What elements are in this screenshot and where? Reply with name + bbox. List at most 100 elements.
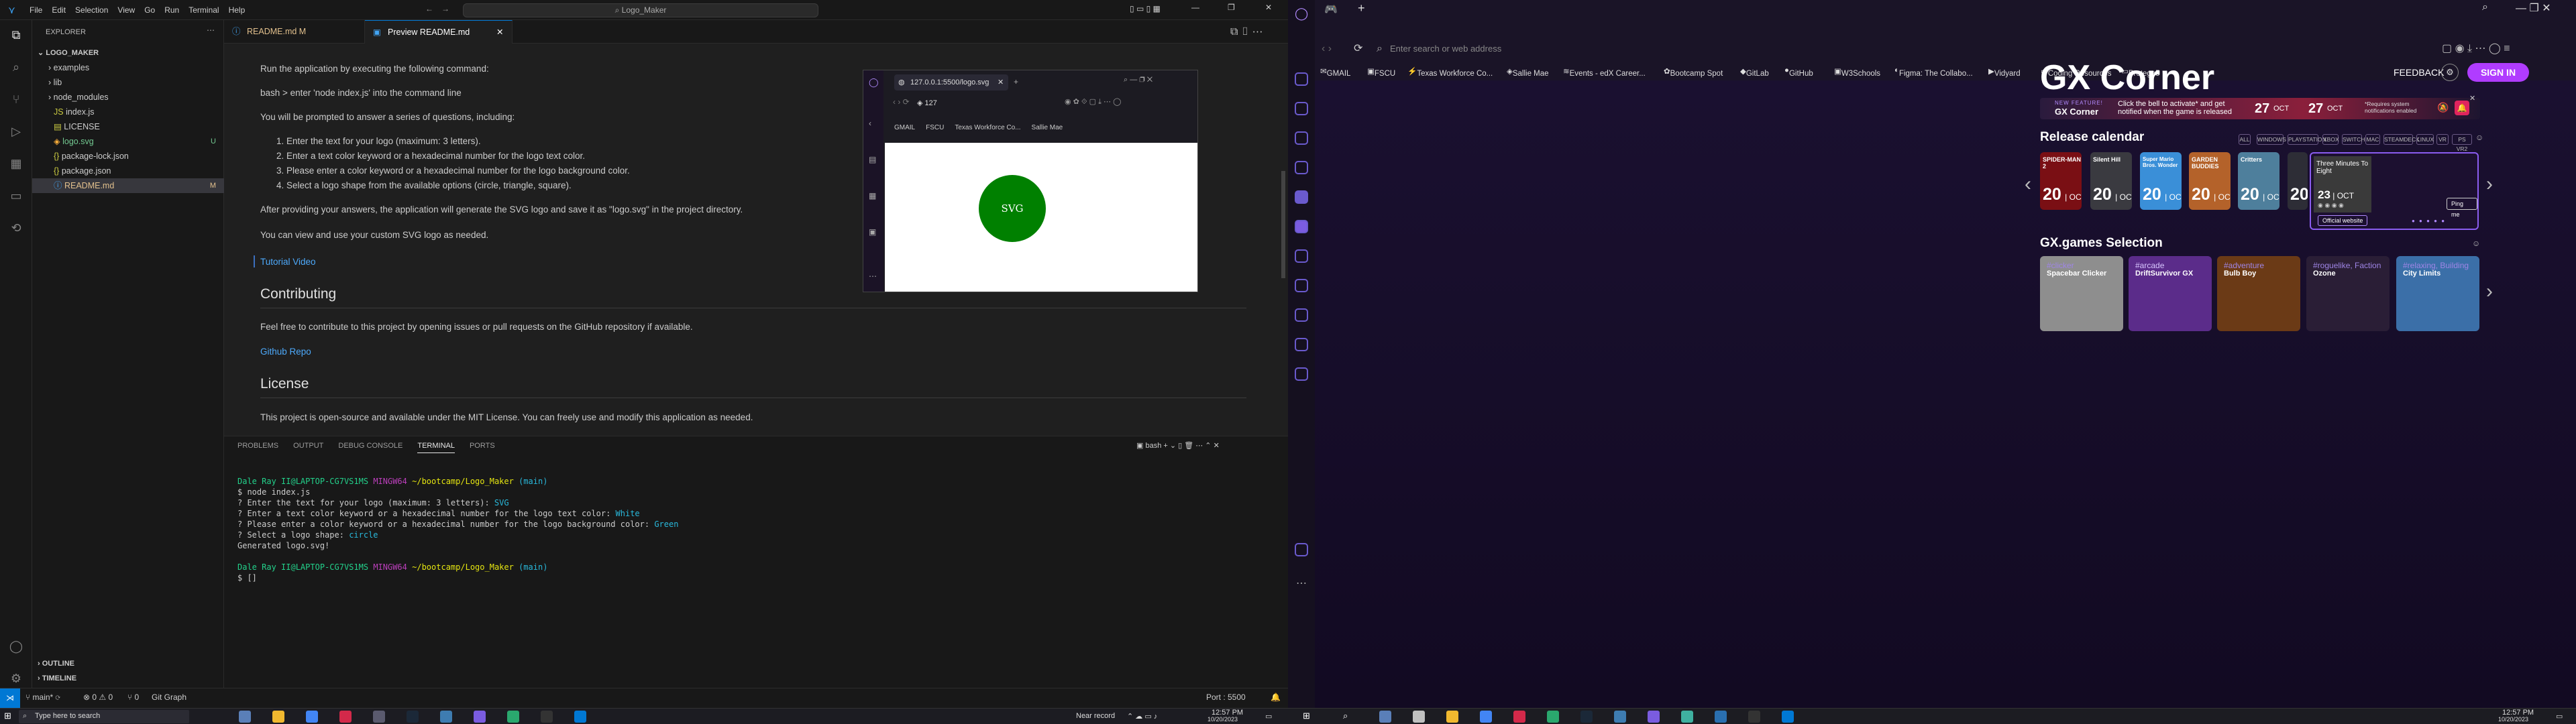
- app-icon[interactable]: [474, 711, 486, 723]
- featured-game-card[interactable]: Three Minutes To Eight 23 | OCT ◉ ◉ ◉ ◉ …: [2310, 152, 2479, 230]
- weather-status[interactable]: Near record: [1076, 712, 1115, 720]
- app-icon[interactable]: [440, 711, 452, 723]
- filter-vr[interactable]: VR: [2436, 134, 2449, 145]
- problems-count[interactable]: ⊗ 0 ⚠ 0: [83, 692, 113, 702]
- filter-playstation[interactable]: PLAYSTATION: [2288, 134, 2326, 145]
- opera-logo-icon[interactable]: ◯: [1295, 7, 1308, 21]
- emoji-icon[interactable]: ☺: [2472, 239, 2480, 248]
- game-card[interactable]: 20: [2288, 152, 2308, 210]
- windows-start-icon[interactable]: ⊞: [1303, 711, 1310, 721]
- selection-card[interactable]: #relaxing, Building City Limits: [2396, 256, 2479, 331]
- app-icon[interactable]: [1681, 711, 1693, 723]
- close-tab-icon[interactable]: ✕: [998, 74, 1004, 90]
- account-icon[interactable]: ◯: [8, 638, 24, 654]
- app-icon[interactable]: [1648, 711, 1660, 723]
- filter-ps-vr2[interactable]: PS VR2: [2452, 134, 2472, 152]
- live-server-port[interactable]: Port : 5500: [1206, 692, 1246, 702]
- window-controls[interactable]: ⌕ — ❐ ✕: [1124, 76, 1152, 84]
- feedback-button[interactable]: FEEDBACK: [2394, 67, 2444, 78]
- bookmark-edx[interactable]: ≋ Events - edX Career...: [1563, 66, 1646, 78]
- toolbar-icons[interactable]: ▢ ◉ ⤓ ⋯ ◯ ≡: [2442, 42, 2510, 55]
- tab-debug-console[interactable]: DEBUG CONSOLE: [338, 442, 402, 453]
- task-view-icon[interactable]: [1379, 711, 1391, 723]
- steam-icon[interactable]: [407, 711, 419, 723]
- tree-file-package-lock[interactable]: {} package-lock.json: [32, 149, 224, 164]
- clock-date[interactable]: 10/20/2023: [2498, 716, 2528, 723]
- app-icon[interactable]: [1413, 711, 1425, 723]
- remote-icon[interactable]: ⋊: [0, 688, 20, 708]
- pinboard-icon[interactable]: [1295, 338, 1308, 351]
- bookmark-figma[interactable]: ◐ Figma: The Collabo...: [1894, 66, 1973, 78]
- messenger-icon[interactable]: [1295, 220, 1308, 233]
- tab-terminal[interactable]: TERMINAL: [417, 442, 455, 453]
- gx-settings-icon[interactable]: [1295, 543, 1308, 556]
- minimize-icon[interactable]: —: [1191, 3, 1199, 12]
- windows-start-icon[interactable]: ⊞: [4, 711, 11, 721]
- filter-all[interactable]: ALL: [2239, 134, 2251, 145]
- explorer-icon[interactable]: ⧉: [8, 27, 24, 43]
- music-icon[interactable]: [1295, 249, 1308, 263]
- gear-icon[interactable]: ⚙: [8, 670, 24, 686]
- command-center-search[interactable]: ⌕ Logo_Maker: [463, 3, 818, 17]
- tree-file-license[interactable]: ▤ LICENSE: [32, 119, 224, 134]
- notification-icon[interactable]: ▭: [1265, 712, 1272, 721]
- vscode-icon[interactable]: [1782, 711, 1794, 723]
- address-placeholder[interactable]: Enter search or web address: [1390, 44, 1501, 54]
- close-tab-icon[interactable]: ✕: [496, 21, 503, 44]
- sign-in-button[interactable]: SIGN IN: [2467, 63, 2529, 82]
- vscode-icon[interactable]: [574, 711, 586, 723]
- outline-section[interactable]: › OUTLINE: [38, 660, 74, 668]
- selection-card[interactable]: #roguelike, Faction Ozone: [2306, 256, 2390, 331]
- timeline-section[interactable]: › TIMELINE: [38, 674, 76, 682]
- search-tabs-icon[interactable]: ⌕: [2482, 1, 2488, 13]
- notification-icon[interactable]: ▭: [2556, 712, 2563, 721]
- gear-icon[interactable]: ⚙: [2441, 64, 2459, 81]
- app-icon[interactable]: [1547, 711, 1559, 723]
- selection-next-arrow[interactable]: ›: [2486, 280, 2493, 303]
- clock-date[interactable]: 10/20/2023: [1208, 716, 1238, 723]
- twitch-icon[interactable]: [1295, 131, 1308, 145]
- tree-folder-node-modules[interactable]: › node_modules: [32, 90, 224, 105]
- search-icon[interactable]: ⌕: [8, 59, 24, 75]
- terminal-shell[interactable]: ▣ bash + ⌄ ▯ 🗑 ⋯ ⌃ ✕: [1136, 441, 1220, 450]
- bell-icon[interactable]: 🔔: [1271, 692, 1281, 702]
- menu-selection[interactable]: Selection: [75, 5, 108, 15]
- taskbar-search[interactable]: ⌕ Type here to search: [19, 710, 189, 723]
- game-card[interactable]: GARDEN BUDDIES 20 | OCT: [2189, 152, 2231, 210]
- menu-terminal[interactable]: Terminal: [189, 5, 219, 15]
- chrome-icon[interactable]: [1480, 711, 1492, 723]
- opera-gx-icon[interactable]: [1513, 711, 1525, 723]
- gx-control-icon[interactable]: [1295, 72, 1308, 86]
- sidebar-icon[interactable]: ▤: [869, 155, 876, 164]
- filter-switch[interactable]: SWITCH: [2342, 134, 2365, 145]
- more-icon[interactable]: ⋯: [207, 25, 215, 35]
- toolbar-icons[interactable]: ◉ ✿ ⟐ ▢ ⤓ ⋯ ◯: [1065, 97, 1121, 107]
- tree-file-readme[interactable]: ⓘ README.md M: [32, 178, 224, 193]
- forward-arrow-icon[interactable]: →: [441, 4, 449, 13]
- bookmark-gmail[interactable]: GMAIL: [894, 124, 915, 131]
- discord-icon[interactable]: [1295, 161, 1308, 174]
- file-explorer-icon[interactable]: [272, 711, 284, 723]
- game-card[interactable]: Super Mario Bros. Wonder 20 | OCT: [2140, 152, 2182, 210]
- terminal-cursor-line[interactable]: $ []: [237, 573, 257, 583]
- close-icon[interactable]: ✕: [1265, 3, 1272, 12]
- menu-go[interactable]: Go: [144, 5, 155, 15]
- popup-tab[interactable]: ◍ 127.0.0.1:5500/logo.svg ✕: [894, 74, 1008, 90]
- search-icon[interactable]: ⌕: [1343, 711, 1348, 721]
- bookmark-sallie-mae[interactable]: ◈ Sallie Mae: [1507, 66, 1549, 78]
- bookmark-fscu[interactable]: FSCU: [926, 124, 944, 131]
- maximize-icon[interactable]: ❐: [1228, 3, 1235, 12]
- app-icon[interactable]: [373, 711, 385, 723]
- carousel-prev-arrow[interactable]: ‹: [2025, 173, 2031, 196]
- official-website-button[interactable]: Official website: [2318, 215, 2368, 226]
- close-icon[interactable]: ✕: [2469, 94, 2475, 103]
- nav-icons[interactable]: ‹ › ⟳: [893, 97, 910, 107]
- menu-run[interactable]: Run: [164, 5, 179, 15]
- extensions-icon[interactable]: ▦: [8, 156, 24, 172]
- opera-gx-icon[interactable]: [339, 711, 352, 723]
- window-controls[interactable]: — ❐ ✕: [2516, 1, 2551, 15]
- menu-help[interactable]: Help: [229, 5, 246, 15]
- bookmark-bootcamp-spot[interactable]: ✿ Bootcamp Spot: [1664, 66, 1723, 78]
- tab-ports[interactable]: PORTS: [470, 442, 495, 453]
- filter-xbox[interactable]: XBOX: [2322, 134, 2339, 145]
